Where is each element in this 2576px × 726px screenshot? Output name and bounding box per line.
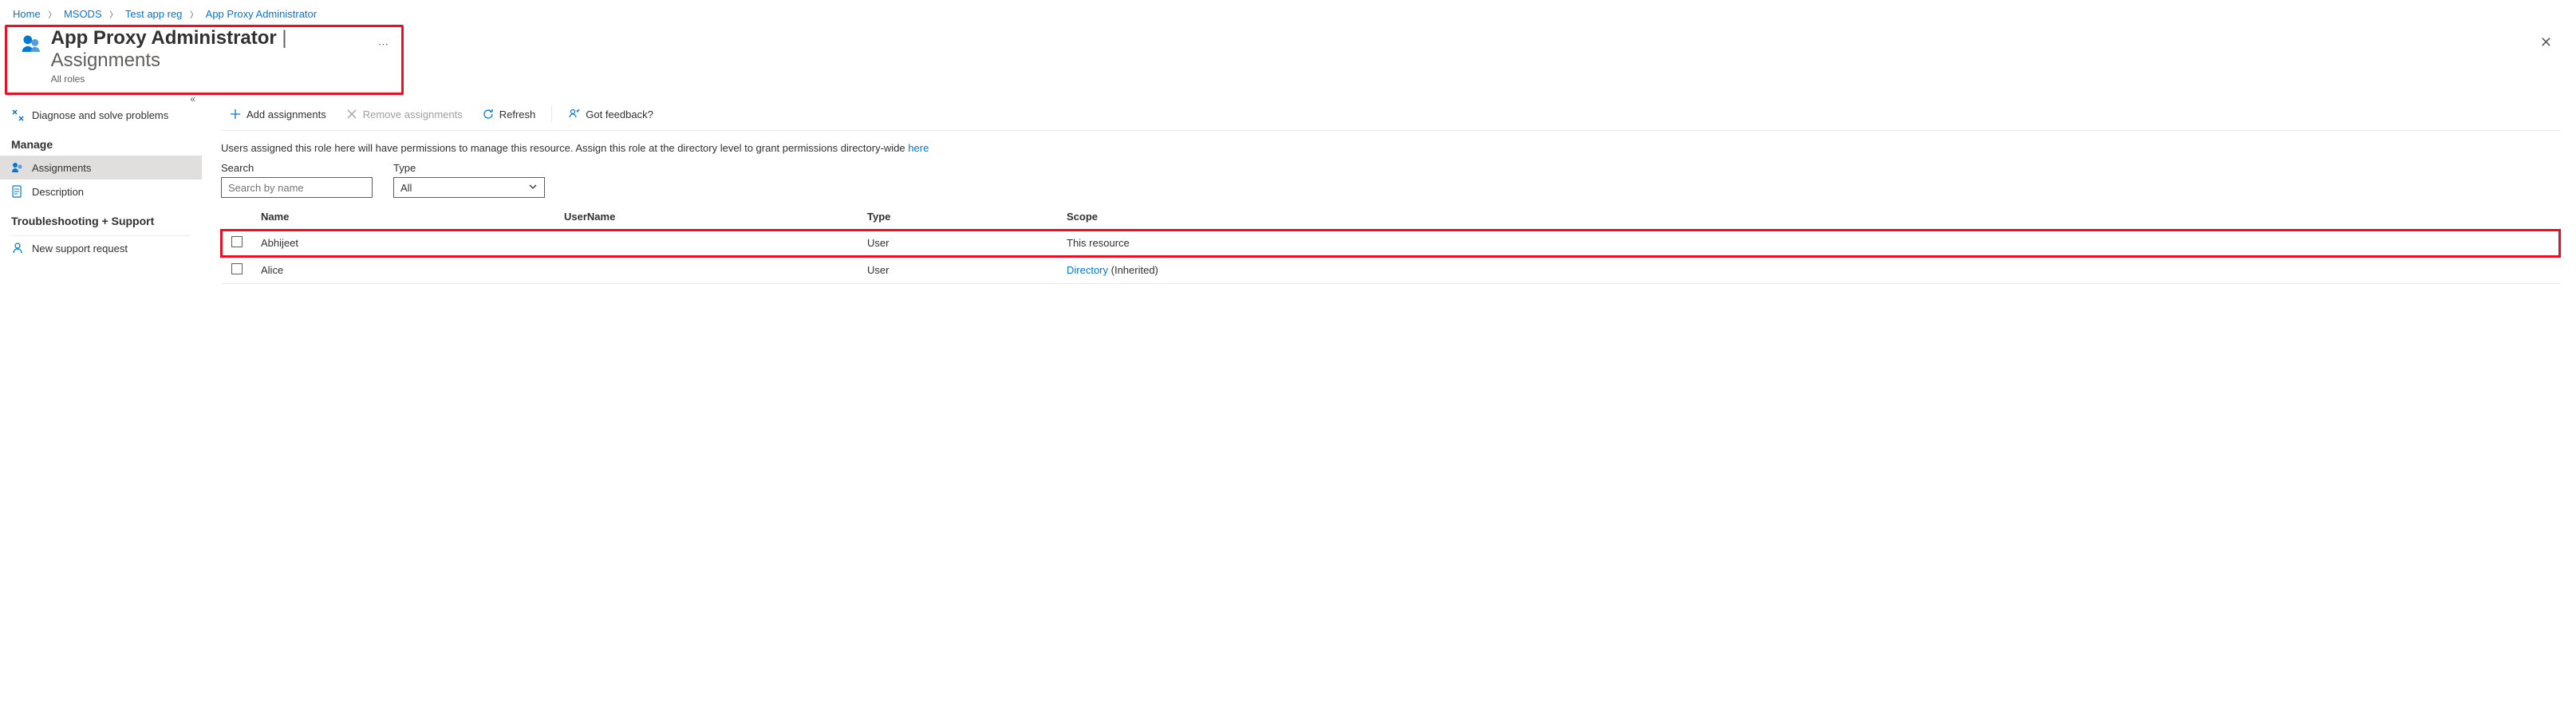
sidebar-label: Description: [32, 186, 84, 198]
refresh-icon: [482, 108, 495, 120]
type-label: Type: [393, 162, 545, 174]
header-checkbox: [221, 204, 253, 230]
chevron-right-icon: 〉: [48, 11, 56, 20]
breadcrumb-test-app-reg[interactable]: Test app reg: [125, 8, 183, 20]
diagnose-icon: [11, 109, 24, 121]
scope-link[interactable]: Directory: [1067, 264, 1108, 276]
main-content: Add assignments Remove assignments Refre…: [202, 98, 2576, 284]
chevron-right-icon: 〉: [190, 11, 198, 20]
sidebar-item-diagnose[interactable]: Diagnose and solve problems: [0, 103, 202, 127]
assignments-icon: [11, 161, 24, 174]
sidebar-section-troubleshooting: Troubleshooting + Support: [0, 203, 202, 232]
chevron-down-icon: [528, 182, 538, 194]
sidebar-label: Diagnose and solve problems: [32, 109, 168, 121]
header-username[interactable]: UserName: [556, 204, 859, 230]
feedback-button[interactable]: Got feedback?: [560, 103, 661, 125]
collapse-sidebar-icon[interactable]: «: [190, 93, 195, 105]
toolbar: Add assignments Remove assignments Refre…: [221, 98, 2560, 131]
header-scope[interactable]: Scope: [1059, 204, 2560, 230]
search-label: Search: [221, 162, 373, 174]
cell-type: User: [859, 230, 1059, 257]
info-here-link[interactable]: here: [908, 142, 929, 154]
cell-scope: Directory (Inherited): [1059, 257, 2560, 284]
feedback-icon: [568, 108, 581, 120]
info-text: Users assigned this role here will have …: [221, 131, 2560, 162]
sidebar-label: New support request: [32, 243, 128, 254]
sidebar-label: Assignments: [32, 162, 91, 174]
page-subtitle: All roles: [51, 73, 364, 85]
button-label: Remove assignments: [363, 109, 463, 120]
filters: Search Type All: [221, 162, 2560, 204]
sidebar-item-support[interactable]: New support request: [0, 236, 202, 260]
sidebar-item-assignments[interactable]: Assignments: [0, 156, 202, 180]
scope-suffix: (Inherited): [1108, 264, 1158, 276]
cell-username: [556, 257, 859, 284]
sidebar: « Diagnose and solve problems Manage Ass…: [0, 98, 202, 284]
header-name[interactable]: Name: [253, 204, 556, 230]
table-row[interactable]: Abhijeet User This resource: [221, 230, 2560, 257]
type-select[interactable]: All: [393, 177, 545, 198]
row-checkbox[interactable]: [231, 263, 243, 274]
type-filter: Type All: [393, 162, 545, 198]
info-message: Users assigned this role here will have …: [221, 142, 908, 154]
description-icon: [11, 185, 24, 198]
breadcrumb: Home 〉 MSODS 〉 Test app reg 〉 App Proxy …: [0, 0, 2576, 25]
toolbar-separator: [551, 106, 552, 122]
chevron-right-icon: 〉: [109, 11, 117, 20]
cell-type: User: [859, 257, 1059, 284]
button-label: Add assignments: [247, 109, 326, 120]
button-label: Got feedback?: [586, 109, 653, 120]
x-icon: [345, 108, 358, 120]
refresh-button[interactable]: Refresh: [474, 103, 544, 125]
page-title-bold: App Proxy Administrator: [51, 27, 277, 49]
breadcrumb-home[interactable]: Home: [13, 8, 41, 20]
type-select-value: All: [400, 182, 412, 194]
row-checkbox[interactable]: [231, 236, 243, 247]
search-filter: Search: [221, 162, 373, 198]
role-group-icon: [20, 32, 43, 57]
more-actions-icon[interactable]: ⋯: [378, 38, 389, 51]
remove-assignments-button: Remove assignments: [337, 103, 471, 125]
breadcrumb-msods[interactable]: MSODS: [64, 8, 102, 20]
add-assignments-button[interactable]: Add assignments: [221, 103, 334, 125]
button-label: Refresh: [499, 109, 536, 120]
header-type[interactable]: Type: [859, 204, 1059, 230]
cell-name: Abhijeet: [253, 230, 556, 257]
cell-scope: This resource: [1059, 230, 2560, 257]
table-row[interactable]: AliceUserDirectory (Inherited): [221, 257, 2560, 284]
scope-text: This resource: [1067, 237, 1130, 249]
plus-icon: [229, 108, 242, 120]
page-title: App Proxy Administrator | Assignments: [51, 27, 364, 72]
sidebar-section-manage: Manage: [0, 127, 202, 156]
sidebar-item-description[interactable]: Description: [0, 180, 202, 203]
page-header: App Proxy Administrator | Assignments Al…: [5, 25, 404, 95]
assignments-table: Name UserName Type Scope Abhijeet User Thi…: [221, 204, 2560, 284]
cell-name: Alice: [253, 257, 556, 284]
close-icon[interactable]: ✕: [2540, 34, 2552, 51]
search-input[interactable]: [221, 177, 373, 198]
support-icon: [11, 242, 24, 254]
breadcrumb-app-proxy[interactable]: App Proxy Administrator: [206, 8, 317, 20]
cell-username: [556, 230, 859, 257]
